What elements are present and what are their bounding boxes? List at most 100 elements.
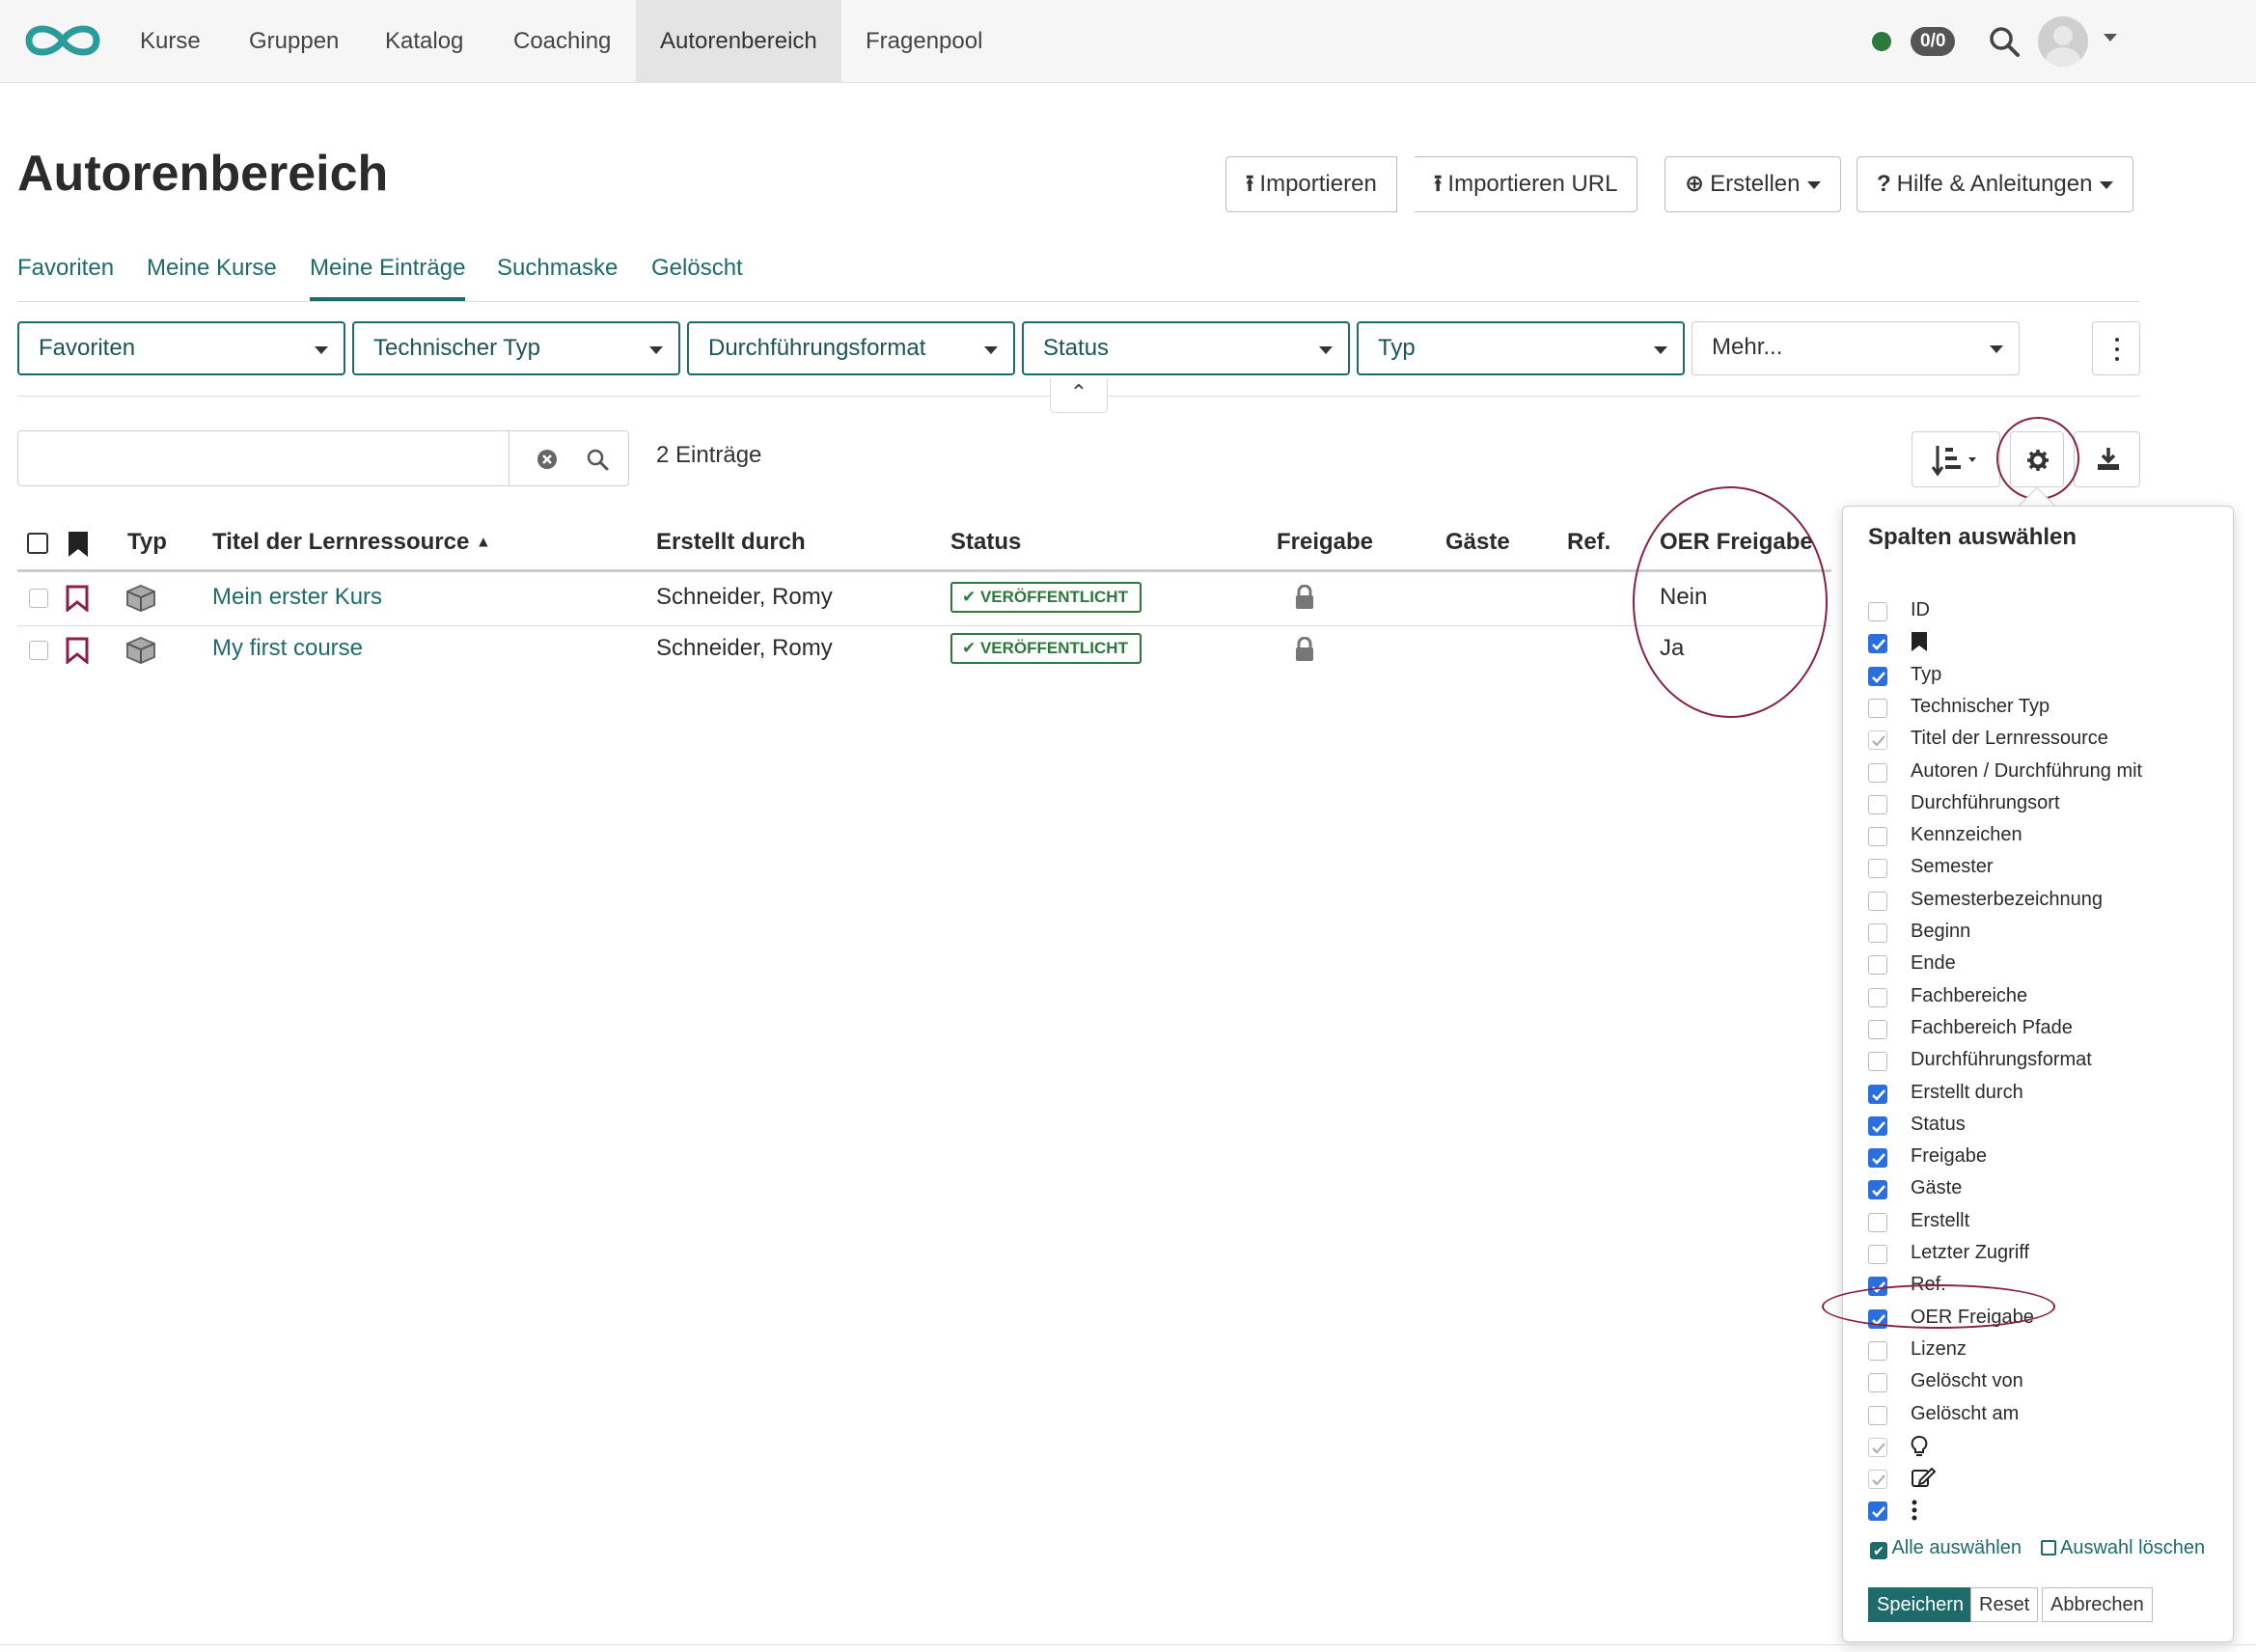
- filter-favoriten[interactable]: Favoriten: [17, 321, 345, 375]
- header-oer-freigabe[interactable]: OER Freigabe: [1660, 529, 1813, 556]
- collapse-filters-button[interactable]: ⌃: [1050, 378, 1108, 413]
- column-option-checkbox[interactable]: [1868, 1308, 1887, 1329]
- column-option-checkbox[interactable]: [1868, 762, 1887, 783]
- column-settings-button[interactable]: [2010, 431, 2064, 487]
- column-option-checkbox[interactable]: [1868, 1019, 1887, 1039]
- search-field[interactable]: [17, 430, 629, 486]
- column-option-checkbox[interactable]: [1868, 634, 1887, 654]
- column-option-checkbox[interactable]: [1868, 1405, 1887, 1425]
- column-option-checkbox[interactable]: [1868, 1277, 1887, 1297]
- column-option-checkbox[interactable]: [1868, 1148, 1887, 1169]
- header-ref[interactable]: Ref.: [1567, 529, 1610, 556]
- column-option[interactable]: Gelöscht von: [1868, 1366, 2225, 1395]
- bookmark-outline-icon[interactable]: [66, 585, 89, 612]
- column-option[interactable]: Erstellt durch: [1868, 1078, 2225, 1107]
- column-option-checkbox[interactable]: [1868, 1180, 1887, 1200]
- filter-technischer-typ[interactable]: Technischer Typ: [352, 321, 680, 375]
- cancel-button[interactable]: Abbrechen: [2042, 1587, 2153, 1622]
- row-checkbox[interactable]: [29, 641, 48, 660]
- help-button[interactable]: ? Hilfe & Anleitungen: [1857, 156, 2134, 212]
- filter-durchfuehrungsformat[interactable]: Durchführungsformat: [687, 321, 1015, 375]
- column-option-checkbox[interactable]: [1868, 955, 1887, 976]
- bookmark-outline-icon[interactable]: [66, 637, 89, 664]
- export-button[interactable]: [2074, 431, 2140, 487]
- column-option-checkbox[interactable]: [1868, 1212, 1887, 1232]
- create-button[interactable]: ⊕ Erstellen: [1664, 156, 1842, 212]
- search-input[interactable]: [28, 441, 491, 476]
- tab-geloescht[interactable]: Gelöscht: [651, 249, 743, 301]
- header-freigabe[interactable]: Freigabe: [1277, 529, 1373, 556]
- online-status-indicator[interactable]: [1872, 32, 1891, 51]
- filter-status[interactable]: Status: [1022, 321, 1350, 375]
- header-typ[interactable]: Typ: [127, 529, 167, 556]
- import-url-button[interactable]: ⭱ Importieren URL: [1415, 156, 1638, 212]
- column-option-checkbox[interactable]: [1868, 602, 1887, 621]
- column-option[interactable]: Titel der Lernressource: [1868, 724, 2225, 753]
- nav-coaching[interactable]: Coaching: [489, 0, 635, 83]
- save-button[interactable]: Speichern: [1868, 1587, 1973, 1622]
- column-option[interactable]: Fachbereiche: [1868, 981, 2225, 1010]
- column-option[interactable]: Fachbereich Pfade: [1868, 1013, 2225, 1042]
- column-option-checkbox[interactable]: [1868, 1501, 1887, 1522]
- column-option-checkbox[interactable]: [1868, 1084, 1887, 1104]
- column-option-checkbox[interactable]: [1868, 1373, 1887, 1393]
- clear-selection-link[interactable]: Auswahl löschen: [2040, 1537, 2205, 1558]
- column-option-checkbox[interactable]: [1868, 1470, 1887, 1490]
- nav-gruppen[interactable]: Gruppen: [225, 0, 363, 83]
- bookmark-icon[interactable]: [68, 531, 89, 558]
- import-button[interactable]: ⭱ Importieren: [1225, 156, 1397, 212]
- column-option[interactable]: Status: [1868, 1110, 2225, 1139]
- tab-meine-eintraege[interactable]: Meine Einträge: [310, 249, 466, 301]
- column-option[interactable]: ID: [1868, 595, 2225, 624]
- column-option[interactable]: Technischer Typ: [1868, 692, 2225, 721]
- column-option-checkbox[interactable]: [1868, 794, 1887, 814]
- column-option[interactable]: Beginn: [1868, 917, 2225, 946]
- nav-autorenbereich[interactable]: Autorenbereich: [636, 0, 841, 83]
- header-gaeste[interactable]: Gäste: [1445, 529, 1510, 556]
- column-option[interactable]: Durchführungsort: [1868, 788, 2225, 817]
- reset-button[interactable]: Reset: [1970, 1587, 2039, 1622]
- column-option-checkbox[interactable]: [1868, 923, 1887, 943]
- filter-options-button[interactable]: [2092, 321, 2140, 375]
- column-option[interactable]: Kennzeichen: [1868, 820, 2225, 849]
- select-all-checkbox[interactable]: [27, 533, 48, 554]
- nav-katalog[interactable]: Katalog: [361, 0, 487, 83]
- column-option-checkbox[interactable]: [1868, 666, 1887, 686]
- column-option[interactable]: [1868, 627, 2225, 656]
- search-icon[interactable]: [1988, 25, 2021, 58]
- notification-counter[interactable]: 0/0: [1911, 27, 1956, 56]
- column-option[interactable]: Erstellt: [1868, 1206, 2225, 1235]
- column-option-checkbox[interactable]: [1868, 1245, 1887, 1264]
- column-option-checkbox[interactable]: [1868, 698, 1887, 718]
- column-option[interactable]: Ref.: [1868, 1270, 2225, 1299]
- select-all-link[interactable]: ✔ Alle auswählen: [1870, 1537, 2022, 1559]
- header-status[interactable]: Status: [950, 529, 1021, 556]
- nav-kurse[interactable]: Kurse: [116, 0, 225, 83]
- logo-icon[interactable]: [19, 17, 106, 64]
- column-option[interactable]: Typ: [1868, 660, 2225, 689]
- column-option[interactable]: Lizenz: [1868, 1335, 2225, 1363]
- column-option-checkbox[interactable]: [1868, 1052, 1887, 1072]
- column-option-checkbox[interactable]: [1868, 730, 1887, 751]
- column-option[interactable]: Semester: [1868, 852, 2225, 881]
- column-option-checkbox[interactable]: [1868, 859, 1887, 879]
- column-option[interactable]: Gelöscht am: [1868, 1399, 2225, 1428]
- column-option[interactable]: Semesterbezeichnung: [1868, 885, 2225, 914]
- column-option[interactable]: [1868, 1463, 2225, 1492]
- nav-fragenpool[interactable]: Fragenpool: [841, 0, 1006, 83]
- header-erstellt-durch[interactable]: Erstellt durch: [656, 529, 806, 556]
- column-option-checkbox[interactable]: [1868, 1115, 1887, 1136]
- filter-typ[interactable]: Typ: [1357, 321, 1685, 375]
- column-option[interactable]: Letzter Zugriff: [1868, 1238, 2225, 1267]
- column-option[interactable]: Gäste: [1868, 1173, 2225, 1202]
- column-option-checkbox[interactable]: [1868, 827, 1887, 847]
- row-title-link[interactable]: My first course: [212, 635, 363, 662]
- column-option-checkbox[interactable]: [1868, 1437, 1887, 1457]
- filter-mehr[interactable]: Mehr...: [1692, 321, 2020, 375]
- clear-search-icon[interactable]: [536, 448, 559, 471]
- column-option-checkbox[interactable]: [1868, 987, 1887, 1007]
- column-option-checkbox[interactable]: [1868, 891, 1887, 911]
- sort-button[interactable]: [1912, 431, 2000, 487]
- tab-meine-kurse[interactable]: Meine Kurse: [147, 249, 277, 301]
- row-checkbox[interactable]: [29, 589, 48, 608]
